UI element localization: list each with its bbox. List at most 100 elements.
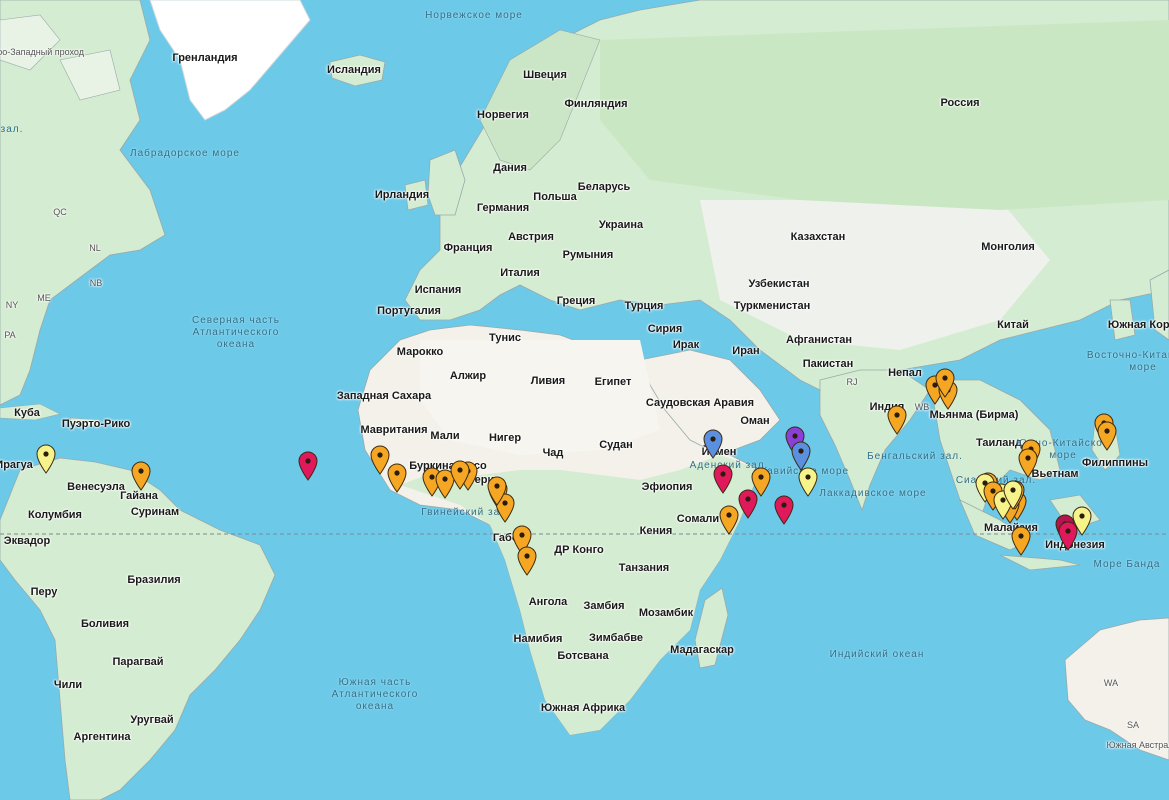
map-label-minor: NY — [5, 300, 19, 310]
map-label-country: Франция — [443, 242, 493, 254]
map-label-country: Египет — [594, 376, 632, 388]
map-label-country: Германия — [476, 202, 530, 214]
map-pin-icon[interactable] — [935, 368, 955, 398]
map-label-country: Зимбабве — [588, 632, 644, 644]
map-label-country: Монголия — [981, 241, 1035, 253]
map-label-country: Казахстан — [790, 231, 846, 243]
map-label-country: Афганистан — [786, 334, 852, 346]
map-pin-icon[interactable] — [487, 476, 507, 506]
map-label-country: Перу — [30, 586, 58, 598]
map-label-country: Мозамбик — [638, 607, 694, 619]
map-label-country: Португалия — [377, 305, 441, 317]
map-label-country: Оман — [740, 415, 770, 427]
map-label-country: Швеция — [523, 69, 567, 81]
map-pin-icon[interactable] — [774, 495, 794, 525]
map-label-water: Лаккадивское море — [819, 488, 927, 499]
map-pin-icon[interactable] — [298, 451, 318, 481]
map-label-country: Беларусь — [577, 181, 631, 193]
map-pin-icon[interactable] — [1072, 506, 1092, 536]
map-label-country: Мали — [430, 430, 460, 442]
map-label-country: Филиппины — [1082, 457, 1148, 469]
map-label-country: Бразилия — [127, 574, 181, 586]
map-label-country: Эквадор — [3, 535, 51, 547]
map-pin-icon[interactable] — [131, 461, 151, 491]
map-label-country: Тунис — [489, 332, 521, 344]
map-label-water: Южная часть Атлантического океана — [331, 677, 419, 712]
map-label-minor: PA — [4, 330, 16, 340]
map-label-country: Эфиопия — [641, 481, 693, 493]
map-label-country: Австрия — [508, 231, 554, 243]
map-label-minor: ME — [37, 293, 51, 303]
map-label-country: Турция — [624, 300, 664, 312]
map-label-country: Западная Сахара — [336, 390, 432, 402]
map-label-water: Индийский океан — [829, 649, 925, 660]
map-label-country: Южная Африка — [540, 702, 626, 714]
map-label-country: Уругвай — [130, 714, 174, 726]
map-pin-icon[interactable] — [1003, 480, 1023, 510]
map-label-country: Ирландия — [374, 189, 430, 201]
map-label-country: Финляндия — [564, 98, 628, 110]
map-label-country: Пакистан — [802, 358, 854, 370]
map-label-country: Греция — [556, 295, 596, 307]
map-label-country: Чад — [542, 447, 564, 459]
map-label-country: Исландия — [327, 64, 381, 76]
map-label-country: Узбекистан — [748, 278, 810, 290]
map-label-country: Танзания — [618, 562, 670, 574]
map-label-water: Бенгальский зал. — [867, 451, 963, 462]
map-label-country: Гренландия — [172, 52, 238, 64]
map-label-country: Алжир — [449, 370, 487, 382]
map-pin-icon[interactable] — [798, 467, 818, 497]
map-pin-icon[interactable] — [719, 505, 739, 535]
map-label-country: Норвегия — [477, 109, 529, 121]
map-label-water: зал. — [0, 124, 24, 135]
map-label-country: Венесуэла — [67, 481, 125, 493]
map-label-country: Куба — [14, 407, 40, 419]
map-label-country: Чили — [53, 679, 83, 691]
map-label-country: Испания — [414, 284, 462, 296]
map-label-country: Вьетнам — [1031, 468, 1079, 480]
map-label-country: Непал — [888, 367, 922, 379]
map-label-country: Ливия — [530, 375, 566, 387]
map-label-water: Лабрадорское море — [130, 148, 240, 159]
map-label-country: Ботсвана — [557, 650, 609, 662]
map-label-water: Северная часть Атлантического океана — [192, 315, 280, 350]
map-label-country: Ирагуа — [0, 459, 33, 471]
map-label-country: Иран — [732, 345, 760, 357]
map-pin-icon[interactable] — [450, 460, 470, 490]
map-label-country: Гайана — [120, 490, 158, 502]
map-canvas[interactable]: Норвежское море Северо-Западный проход Гре… — [0, 0, 1169, 800]
map-pin-icon[interactable] — [1011, 526, 1031, 556]
map-label-country: Румыния — [562, 249, 614, 261]
map-pin-icon[interactable] — [387, 463, 407, 493]
map-label-minor: Северо-Западный проход — [0, 47, 84, 57]
map-pin-icon[interactable] — [1018, 448, 1038, 478]
map-label-minor: RJ — [846, 377, 858, 387]
map-base-layer — [0, 0, 1169, 800]
map-pin-icon[interactable] — [1097, 421, 1117, 451]
map-label-water: Восточно-Китайское море — [1086, 350, 1169, 373]
map-label-country: Ирак — [672, 339, 700, 351]
map-label-minor: NB — [89, 278, 103, 288]
map-pin-icon[interactable] — [517, 546, 537, 576]
map-label-country: ДР Конго — [554, 544, 604, 556]
map-label-minor: WA — [1103, 678, 1119, 688]
map-label-country: Судан — [599, 439, 633, 451]
map-pin-icon[interactable] — [703, 429, 723, 459]
map-label-country: Кения — [639, 525, 673, 537]
map-pin-icon[interactable] — [36, 444, 56, 474]
map-label-country: Суринам — [130, 506, 180, 518]
map-label-country: Нигер — [488, 432, 522, 444]
map-label-country: Парагвай — [112, 656, 164, 668]
map-label-country: Туркменистан — [733, 300, 811, 312]
map-pin-icon[interactable] — [887, 405, 907, 435]
map-pin-icon[interactable] — [713, 464, 733, 494]
map-label-country: Мадагаскар — [670, 644, 734, 656]
russia-tint — [600, 20, 1169, 210]
map-label-country: Мавритания — [360, 424, 428, 436]
map-label-country: Намибия — [513, 633, 563, 645]
map-label-country: Аргентина — [73, 731, 131, 743]
map-pin-icon[interactable] — [738, 489, 758, 519]
map-label-country: Украина — [598, 219, 644, 231]
map-label-minor: QC — [53, 207, 67, 217]
map-label-country: Ангола — [528, 596, 568, 608]
